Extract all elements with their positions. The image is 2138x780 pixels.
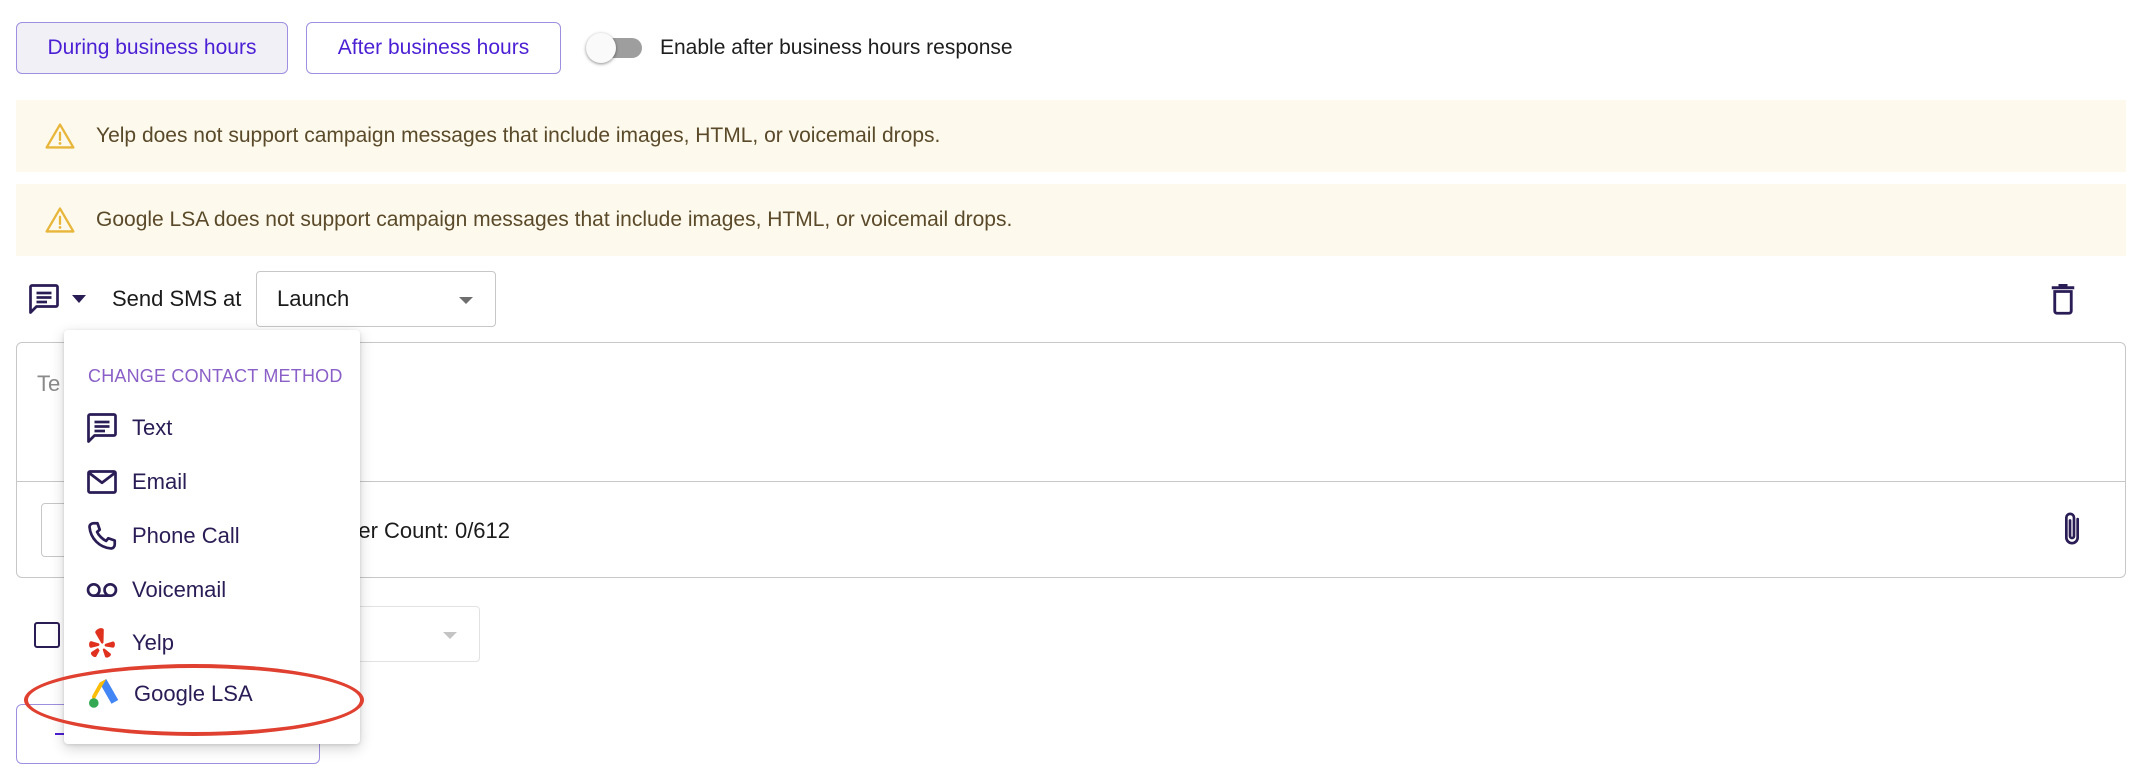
tab-during-business-hours[interactable]: During business hours [16, 22, 288, 74]
voicemail-icon [86, 582, 118, 598]
toggle-knob [586, 33, 616, 63]
paperclip-icon[interactable] [2055, 509, 2089, 549]
caret-down-icon [443, 632, 457, 639]
chevron-down-icon [72, 295, 86, 303]
menu-item-label: Phone Call [132, 523, 240, 548]
highlight-annotation [24, 664, 364, 736]
yelp-warning-banner: Yelp does not support campaign messages … [16, 100, 2126, 172]
after-hours-toggle[interactable] [586, 30, 646, 66]
menu-item-voicemail[interactable]: Voicemail [84, 566, 226, 614]
message-icon [87, 413, 117, 443]
tab-after-label: After business hours [337, 36, 530, 59]
menu-item-label: Yelp [132, 630, 175, 655]
at-label: at [223, 286, 242, 311]
toggle-label: Enable after business hours response [660, 36, 1013, 59]
checkbox[interactable] [34, 622, 60, 648]
send-action-label: Send SMS [112, 286, 218, 311]
banner-text: Google LSA does not support campaign mes… [96, 208, 1013, 231]
warning-icon [45, 207, 75, 233]
delete-icon[interactable] [2045, 281, 2081, 317]
yelp-icon [89, 628, 115, 658]
email-icon [87, 470, 117, 494]
phone-icon [88, 521, 117, 550]
menu-item-phone-call[interactable]: Phone Call [84, 512, 240, 560]
tab-after-business-hours[interactable]: After business hours [306, 22, 561, 74]
message-icon [29, 284, 59, 314]
timing-select-value: Launch [277, 286, 350, 311]
menu-item-label: Voicemail [132, 577, 227, 602]
secondary-select[interactable] [350, 606, 480, 662]
menu-item-label: Text [132, 415, 173, 440]
google-lsa-warning-banner: Google LSA does not support campaign mes… [16, 184, 2126, 256]
menu-item-email[interactable]: Email [84, 458, 187, 506]
timing-select[interactable]: Launch [256, 271, 496, 327]
menu-item-label: Email [132, 469, 188, 494]
menu-item-text[interactable]: Text [84, 404, 172, 452]
tab-during-label: During business hours [47, 36, 257, 59]
banner-text: Yelp does not support campaign messages … [96, 124, 941, 147]
contact-method-selector[interactable] [26, 280, 96, 318]
caret-down-icon [459, 297, 473, 304]
message-placeholder[interactable]: Te [37, 371, 60, 397]
menu-header: CHANGE CONTACT METHOD [88, 366, 343, 386]
menu-item-yelp[interactable]: Yelp [84, 619, 174, 667]
warning-icon [45, 123, 75, 149]
